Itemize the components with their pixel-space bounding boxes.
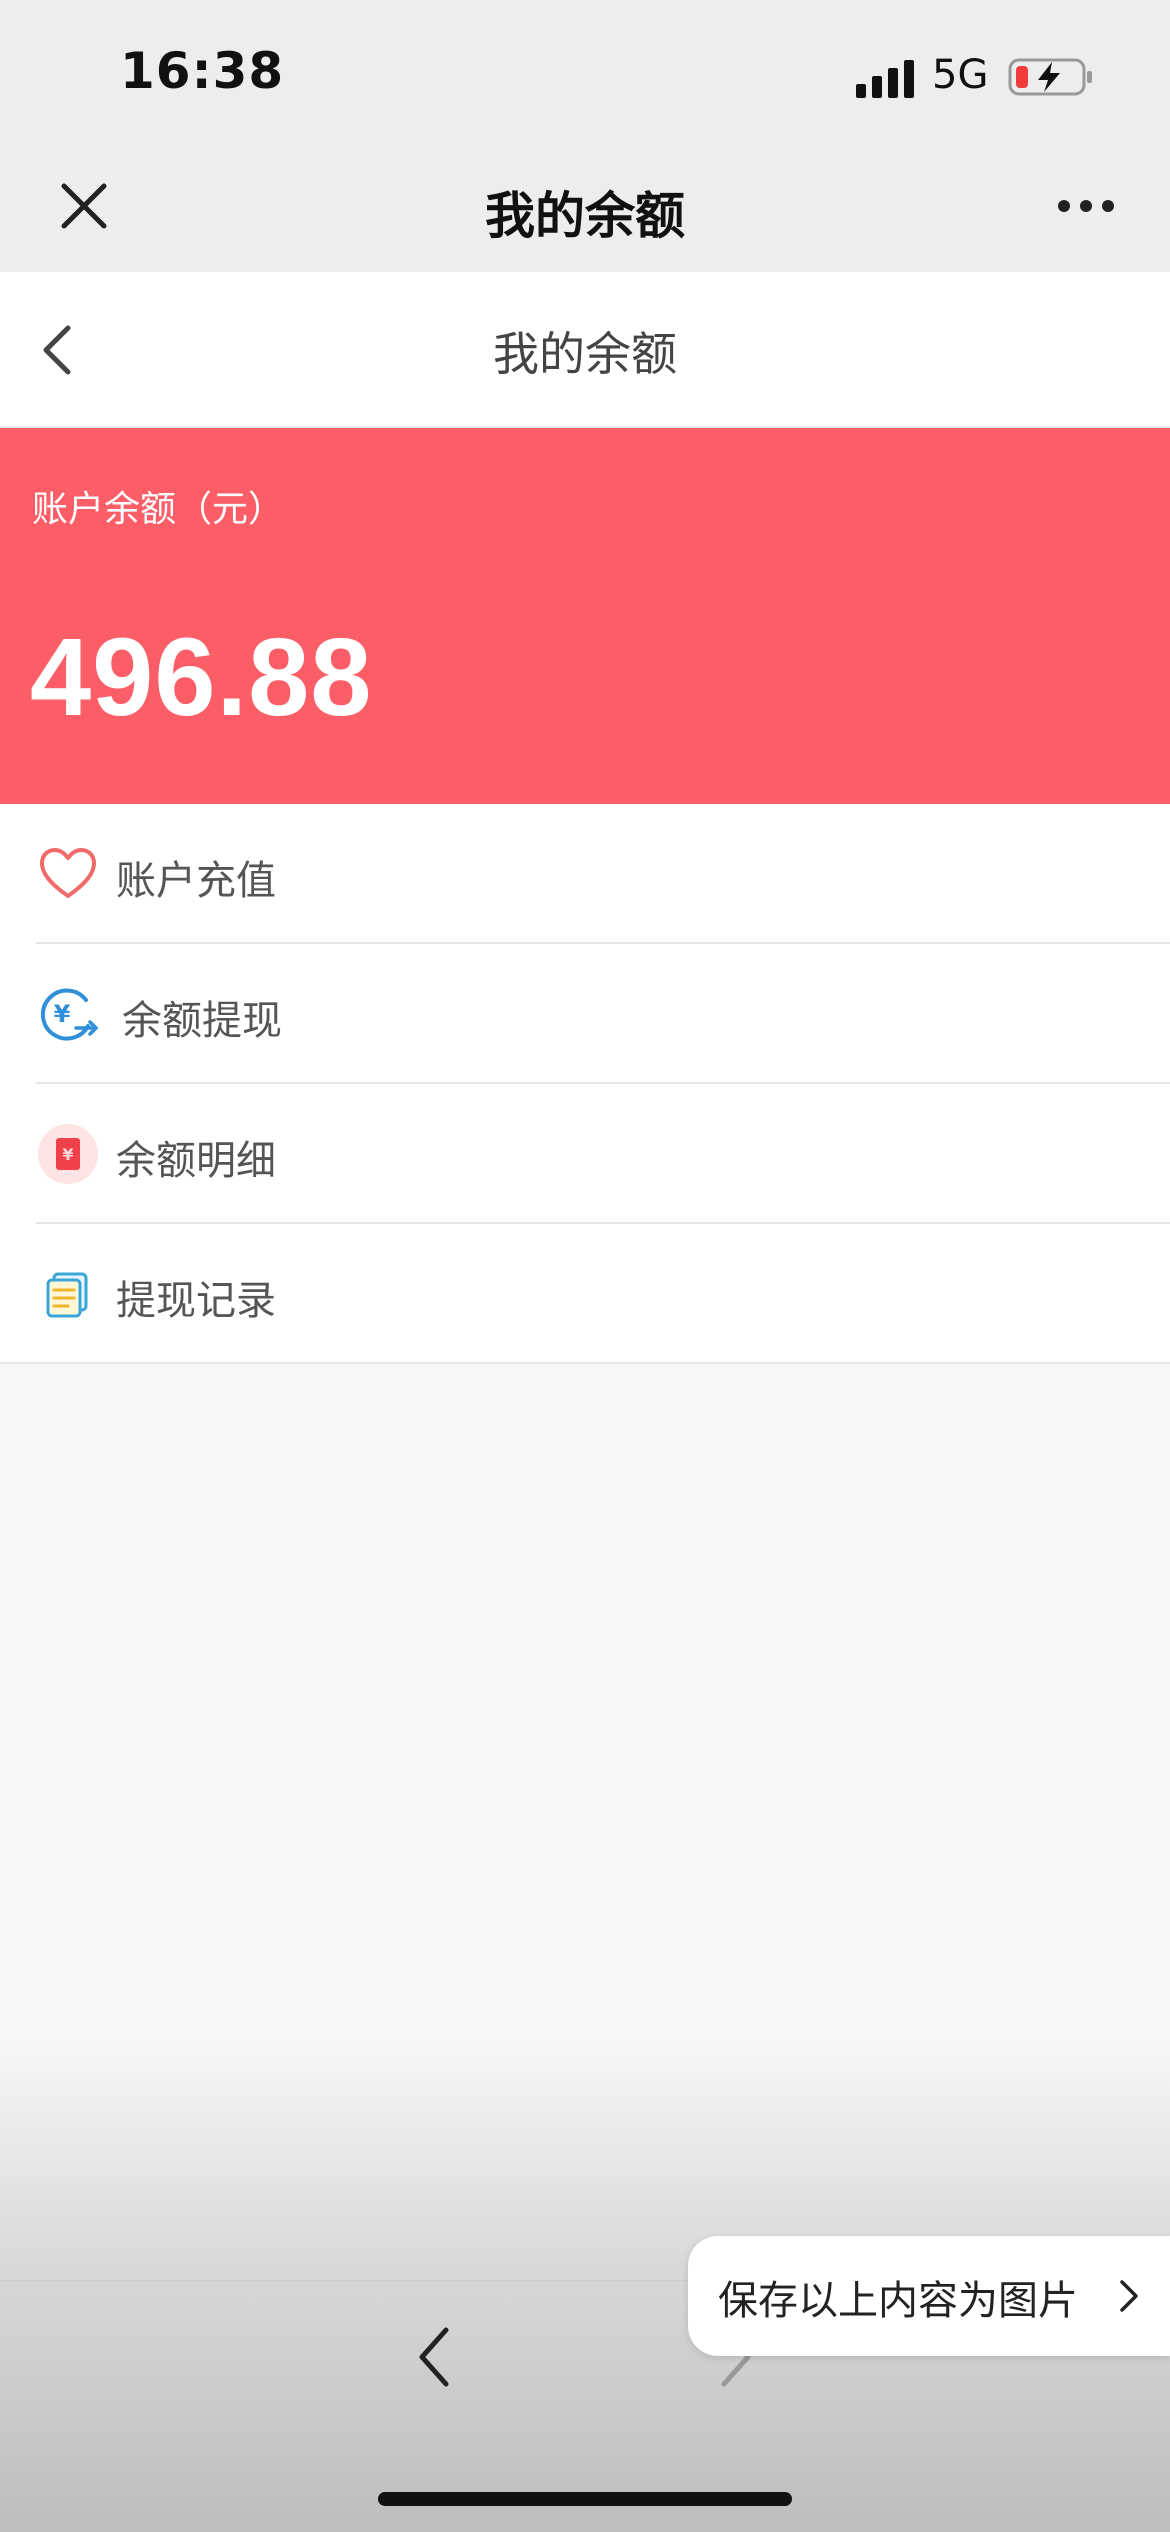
save-as-image-button[interactable]: 保存以上内容为图片 — [688, 2236, 1170, 2356]
red-envelope-icon: ¥ — [38, 1124, 98, 1184]
status-time: 16:38 — [120, 42, 285, 100]
screen: 16:38 5G 我的余额 我的余额 账户余额（元） 496.88 账户充值 ¥… — [0, 0, 1170, 2532]
menu-item-withdraw-records[interactable]: 提现记录 — [0, 1224, 1170, 1364]
wechat-nav-bar: 我的余额 — [0, 140, 1170, 272]
menu-item-label: 余额提现 — [122, 998, 282, 1044]
menu-item-label: 余额明细 — [116, 1138, 276, 1184]
home-indicator[interactable] — [378, 2492, 792, 2506]
balance-label: 账户余额（元） — [32, 489, 285, 530]
records-icon — [46, 1272, 88, 1318]
balance-value: 496.88 — [30, 616, 373, 739]
svg-text:¥: ¥ — [54, 1000, 71, 1028]
signal-bars-icon — [856, 60, 914, 98]
menu-list: 账户充值 ¥ 余额提现 ¥ 余额明细 提现记录 — [0, 804, 1170, 1364]
page-header: 我的余额 — [0, 272, 1170, 428]
svg-text:¥: ¥ — [62, 1145, 73, 1164]
heart-icon — [40, 848, 96, 898]
back-arrow-icon[interactable] — [412, 2324, 456, 2390]
network-label: 5G — [932, 52, 989, 98]
yuan-withdraw-icon: ¥ — [40, 988, 98, 1041]
menu-item-label: 提现记录 — [116, 1278, 276, 1324]
wechat-title: 我的余额 — [485, 187, 685, 245]
status-bar: 16:38 5G — [0, 0, 1170, 140]
menu-item-withdraw[interactable]: ¥ 余额提现 — [0, 944, 1170, 1084]
more-icon[interactable] — [1056, 196, 1116, 216]
menu-item-label: 账户充值 — [116, 858, 276, 904]
menu-item-details[interactable]: ¥ 余额明细 — [0, 1084, 1170, 1224]
page-title: 我的余额 — [493, 327, 677, 381]
battery-charging-icon — [1008, 58, 1092, 96]
save-as-image-label: 保存以上内容为图片 — [718, 2278, 1078, 2324]
menu-item-recharge[interactable]: 账户充值 — [0, 804, 1170, 944]
chevron-right-icon — [1120, 2280, 1138, 2312]
balance-banner: 账户余额（元） 496.88 — [0, 428, 1170, 804]
